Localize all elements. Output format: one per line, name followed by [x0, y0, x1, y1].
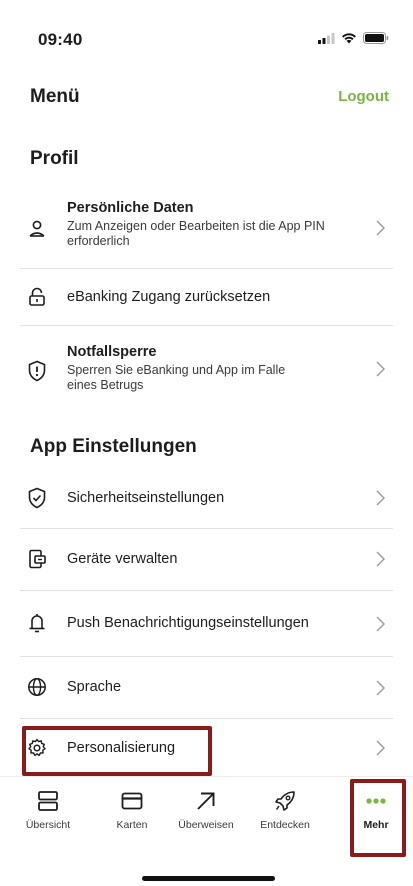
menu-item-title: Notfallsperre — [67, 344, 157, 360]
person-icon — [26, 218, 48, 240]
tab-label: Entdecken — [260, 819, 310, 831]
menu-item-language[interactable]: Sprache — [20, 658, 393, 716]
arrow-up-right-icon — [195, 787, 217, 815]
menu-header: Menü Logout — [30, 86, 389, 112]
status-time: 09:40 — [38, 30, 83, 49]
chevron-right-icon — [373, 549, 387, 569]
chevron-right-icon — [373, 614, 387, 634]
menu-item-label: Personalisierung — [67, 740, 176, 756]
tab-label: Überweisen — [178, 819, 234, 831]
unlock-icon — [26, 286, 48, 308]
menu-item-reset-access[interactable]: eBanking Zugang zurücksetzen — [20, 269, 393, 325]
chevron-right-icon — [373, 359, 387, 379]
tab-bar: Übersicht Karten Überweisen Entdecken Me… — [0, 776, 413, 886]
chevron-right-icon — [373, 738, 387, 758]
bell-icon — [26, 612, 48, 634]
devices-icon — [26, 548, 48, 570]
phone-screen: 09:40 Menü Logout Profil Persönliche Dat… — [0, 0, 413, 886]
card-icon — [121, 787, 143, 815]
divider — [20, 590, 393, 591]
chevron-right-icon — [373, 488, 387, 508]
gear-icon — [26, 737, 48, 759]
menu-item-subtitle: Sperren Sie eBanking und App im Falle ei… — [67, 363, 286, 392]
status-bar: 09:40 — [0, 0, 413, 72]
menu-item-push-settings[interactable]: Push Benachrichtigungseinstellungen — [20, 592, 393, 654]
menu-item-subtitle: Zum Anzeigen oder Bearbeiten ist die App… — [67, 219, 325, 248]
menu-item-label: eBanking Zugang zurücksetzen — [67, 289, 271, 305]
tab-more[interactable]: Mehr — [340, 787, 412, 843]
divider — [20, 528, 393, 529]
logout-button[interactable]: Logout — [338, 88, 389, 105]
chevron-right-icon — [373, 218, 387, 238]
menu-item-personal-data[interactable]: Persönliche Daten Zum Anzeigen oder Bear… — [20, 196, 393, 268]
menu-item-label: Sprache — [67, 679, 122, 695]
tab-discover[interactable]: Entdecken — [249, 787, 321, 843]
menu-item-security-settings[interactable]: Sicherheitseinstellungen — [20, 470, 393, 526]
tab-label: Karten — [116, 819, 148, 831]
menu-item-emergency-lock[interactable]: Notfallsperre Sperren Sie eBanking und A… — [20, 326, 393, 410]
home-indicator — [142, 876, 275, 881]
tab-cards[interactable]: Karten — [96, 787, 168, 843]
menu-item-label: Sicherheitseinstellungen — [67, 490, 225, 506]
battery-icon — [363, 32, 389, 44]
section-title-profil: Profil — [30, 148, 79, 169]
signal-icon — [318, 32, 335, 44]
divider — [20, 718, 393, 719]
menu-item-personalization[interactable]: Personalisierung — [20, 720, 393, 776]
menu-item-manage-devices[interactable]: Geräte verwalten — [20, 530, 393, 588]
wifi-icon — [342, 33, 356, 44]
page-title: Menü — [30, 86, 80, 107]
menu-item-label: Geräte verwalten — [67, 551, 178, 567]
chevron-right-icon — [373, 678, 387, 698]
menu-item-label: Push Benachrichtigungseinstellungen — [67, 615, 309, 631]
tab-overview[interactable]: Übersicht — [12, 787, 84, 843]
shield-check-icon — [26, 487, 48, 509]
tab-label: Übersicht — [25, 819, 71, 831]
menu-item-title: Persönliche Daten — [67, 200, 194, 216]
status-icons — [318, 32, 389, 44]
divider — [20, 656, 393, 657]
shield-alert-icon — [26, 360, 48, 382]
section-title-app-settings: App Einstellungen — [30, 436, 197, 457]
rocket-icon — [274, 787, 296, 815]
tab-transfer[interactable]: Überweisen — [170, 787, 242, 843]
overview-icon — [37, 787, 59, 815]
tab-label: Mehr — [363, 819, 389, 831]
globe-icon — [26, 676, 48, 698]
more-dots-icon — [365, 787, 387, 815]
